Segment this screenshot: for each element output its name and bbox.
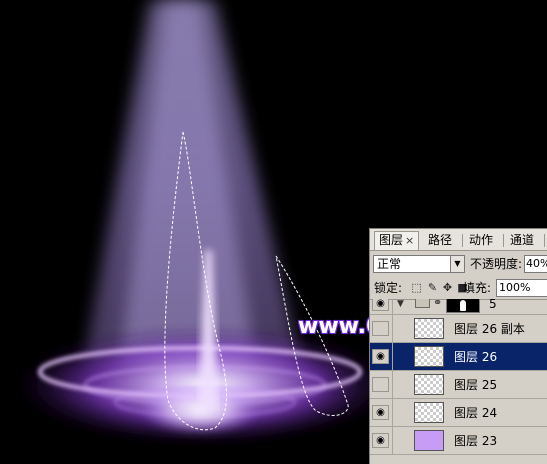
dropdown-arrow-icon[interactable]: ▼ bbox=[450, 256, 464, 272]
visibility-eye-icon[interactable]: ◉ bbox=[372, 349, 389, 364]
mask-shape bbox=[460, 300, 466, 311]
layer-thumbnail bbox=[414, 430, 444, 451]
opacity-input[interactable]: 40% bbox=[524, 255, 547, 273]
group-name: 5 bbox=[489, 299, 497, 311]
layer-row[interactable]: 图层 26 副本 bbox=[370, 315, 547, 343]
layer-group-row[interactable]: ◉ ▼ ⚭ 5 bbox=[370, 299, 547, 321]
tab-paths[interactable]: 路径 bbox=[424, 232, 456, 249]
layer-thumbnail bbox=[414, 374, 444, 395]
group-mask-thumbnail[interactable] bbox=[446, 299, 480, 313]
lock-paint-icon[interactable]: ✎ bbox=[426, 281, 439, 294]
tab-channels[interactable]: 通道 bbox=[506, 232, 538, 249]
lock-move-icon[interactable]: ✥ bbox=[441, 281, 454, 294]
layer-row[interactable]: ◉ 图层 23 bbox=[370, 427, 547, 455]
row-divider bbox=[392, 371, 393, 399]
layer-thumbnail bbox=[414, 402, 444, 423]
layer-row[interactable]: ◉ 图层 26 bbox=[370, 343, 547, 371]
close-icon[interactable]: × bbox=[405, 234, 414, 247]
row-divider bbox=[392, 315, 393, 343]
layers-panel: 图层× 路径 动作 通道 正常 ▼ 不透明度: 40% 锁定: ⬚ ✎ ✥ ■ … bbox=[369, 228, 547, 464]
blend-row: 正常 ▼ 不透明度: 40% bbox=[370, 251, 547, 277]
panel-tab-bar: 图层 × 路径 动作 通道 bbox=[370, 229, 547, 251]
row-divider bbox=[392, 343, 393, 371]
visibility-eye-icon[interactable] bbox=[372, 321, 389, 336]
tab-separator bbox=[503, 234, 504, 247]
fill-label: 填充: bbox=[463, 281, 492, 295]
layer-list: ◉ ▼ ⚭ 5 图层 26 副本 ◉ 图层 26 图层 25 ◉ 图层 24 ◉… bbox=[370, 299, 547, 464]
layer-thumbnail bbox=[414, 346, 444, 367]
layer-name: 图层 24 bbox=[454, 406, 498, 420]
layer-thumbnail bbox=[414, 318, 444, 339]
row-divider bbox=[392, 427, 393, 455]
layer-row[interactable]: 图层 25 bbox=[370, 371, 547, 399]
visibility-eye-icon[interactable]: ◉ bbox=[372, 299, 389, 311]
visibility-eye-icon[interactable]: ◉ bbox=[372, 405, 389, 420]
layer-row[interactable]: ◉ 图层 24 bbox=[370, 399, 547, 427]
layer-name: 图层 23 bbox=[454, 434, 498, 448]
layer-name: 图层 25 bbox=[454, 378, 498, 392]
fill-input[interactable]: 100% bbox=[496, 279, 547, 297]
layer-name: 图层 26 副本 bbox=[454, 322, 525, 336]
blend-mode-select[interactable]: 正常 ▼ bbox=[373, 255, 465, 273]
tab-separator bbox=[462, 234, 463, 247]
layer-name: 图层 26 bbox=[454, 350, 498, 364]
folder-icon bbox=[415, 299, 430, 308]
lock-label: 锁定: bbox=[374, 281, 403, 295]
tab-separator bbox=[544, 234, 545, 247]
row-divider bbox=[392, 399, 393, 427]
opacity-label: 不透明度: bbox=[470, 257, 523, 271]
visibility-eye-icon[interactable]: ◉ bbox=[372, 433, 389, 448]
expand-triangle-icon[interactable]: ▼ bbox=[397, 299, 404, 309]
visibility-eye-icon[interactable] bbox=[372, 377, 389, 392]
tab-layers[interactable]: 图层 × bbox=[374, 231, 420, 250]
tab-layers-label: 图层 bbox=[379, 233, 404, 247]
tab-actions[interactable]: 动作 bbox=[465, 232, 497, 249]
lock-transparent-icon[interactable]: ⬚ bbox=[410, 281, 423, 294]
blend-mode-value: 正常 bbox=[377, 257, 402, 271]
chain-link-icon[interactable]: ⚭ bbox=[433, 299, 442, 309]
lock-row: 锁定: ⬚ ✎ ✥ ■ 填充: 100% bbox=[370, 277, 547, 300]
